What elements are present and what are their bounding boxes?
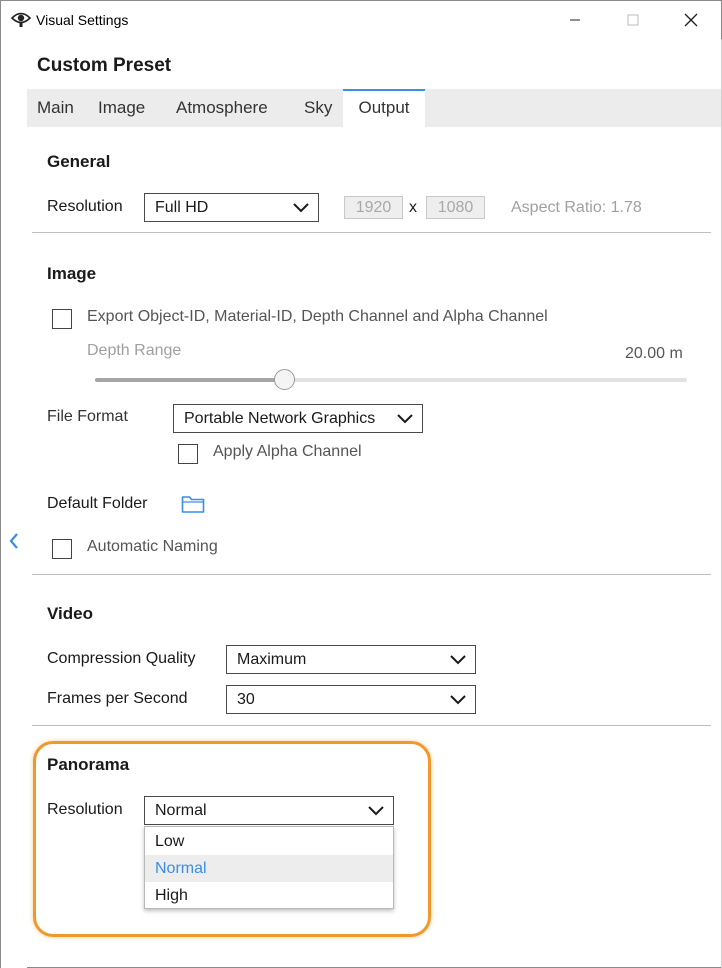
preset-title: Custom Preset: [37, 55, 172, 76]
title-bar[interactable]: Visual Settings: [1, 1, 721, 39]
general-section-title: General: [47, 152, 111, 171]
left-sidebar-strip: [1, 39, 27, 968]
export-channels-checkbox[interactable]: [52, 309, 72, 329]
panorama-resolution-label: Resolution: [47, 801, 123, 818]
file-format-select-value: Portable Network Graphics: [184, 410, 376, 427]
divider: [32, 725, 711, 726]
dropdown-option-low[interactable]: Low: [145, 828, 393, 855]
resolution-select[interactable]: Full HD: [144, 193, 319, 222]
compression-quality-select[interactable]: Maximum: [226, 645, 476, 674]
tab-main[interactable]: Main: [37, 89, 83, 127]
chevron-down-icon: [449, 652, 467, 668]
depth-range-slider-fill: [95, 378, 285, 382]
video-section-title: Video: [47, 604, 93, 623]
tab-bar: Main Image Atmosphere Sky Output: [27, 89, 721, 127]
folder-icon[interactable]: [181, 494, 205, 519]
export-channels-label: Export Object-ID, Material-ID, Depth Cha…: [87, 308, 548, 325]
chevron-down-icon: [449, 692, 467, 708]
apply-alpha-checkbox[interactable]: [178, 444, 198, 464]
tab-atmosphere[interactable]: Atmosphere: [176, 89, 288, 127]
default-folder-label: Default Folder: [47, 495, 148, 512]
depth-range-label: Depth Range: [87, 342, 182, 359]
depth-range-value: 20.00 m: [625, 345, 683, 362]
file-format-label: File Format: [47, 408, 128, 425]
panorama-resolution-value: Normal: [155, 802, 207, 819]
apply-alpha-label: Apply Alpha Channel: [213, 443, 362, 460]
chevron-down-icon: [367, 803, 385, 819]
eye-icon: [10, 10, 32, 28]
tab-image[interactable]: Image: [98, 89, 160, 127]
minimize-button[interactable]: [546, 1, 604, 39]
file-format-select[interactable]: Portable Network Graphics: [173, 404, 423, 433]
resolution-label: Resolution: [47, 198, 123, 215]
compression-quality-label: Compression Quality: [47, 650, 196, 667]
chevron-left-icon[interactable]: [5, 529, 23, 553]
panorama-resolution-dropdown: Low Normal High: [144, 826, 394, 909]
window-title: Visual Settings: [36, 12, 129, 28]
fps-value: 30: [237, 691, 255, 708]
automatic-naming-label: Automatic Naming: [87, 538, 218, 555]
fps-select[interactable]: 30: [226, 685, 476, 714]
maximize-button[interactable]: [604, 1, 662, 39]
close-button[interactable]: [662, 1, 720, 39]
height-field[interactable]: 1080: [426, 196, 485, 219]
dropdown-option-high[interactable]: High: [145, 882, 393, 909]
tab-sky[interactable]: Sky: [304, 89, 338, 127]
tab-output[interactable]: Output: [343, 89, 425, 127]
divider: [32, 574, 711, 575]
chevron-down-icon: [396, 411, 414, 427]
fps-label: Frames per Second: [47, 690, 188, 707]
settings-panel: Custom Preset Main Image Atmosphere Sky …: [27, 39, 721, 965]
aspect-ratio-label: Aspect Ratio: 1.78: [511, 199, 642, 216]
panorama-resolution-select[interactable]: Normal: [144, 796, 394, 825]
depth-range-slider-thumb[interactable]: [274, 369, 296, 390]
width-field[interactable]: 1920: [344, 196, 403, 219]
image-section-title: Image: [47, 264, 97, 283]
panorama-section-title: Panorama: [47, 755, 130, 774]
times-separator: x: [409, 199, 417, 216]
divider: [32, 232, 711, 233]
dropdown-option-normal[interactable]: Normal: [145, 855, 393, 882]
resolution-select-value: Full HD: [155, 199, 209, 216]
automatic-naming-checkbox[interactable]: [52, 539, 72, 559]
visual-settings-window: Visual Settings Custom Preset Main Image…: [0, 0, 722, 968]
compression-quality-value: Maximum: [237, 651, 307, 668]
chevron-down-icon: [292, 200, 310, 216]
